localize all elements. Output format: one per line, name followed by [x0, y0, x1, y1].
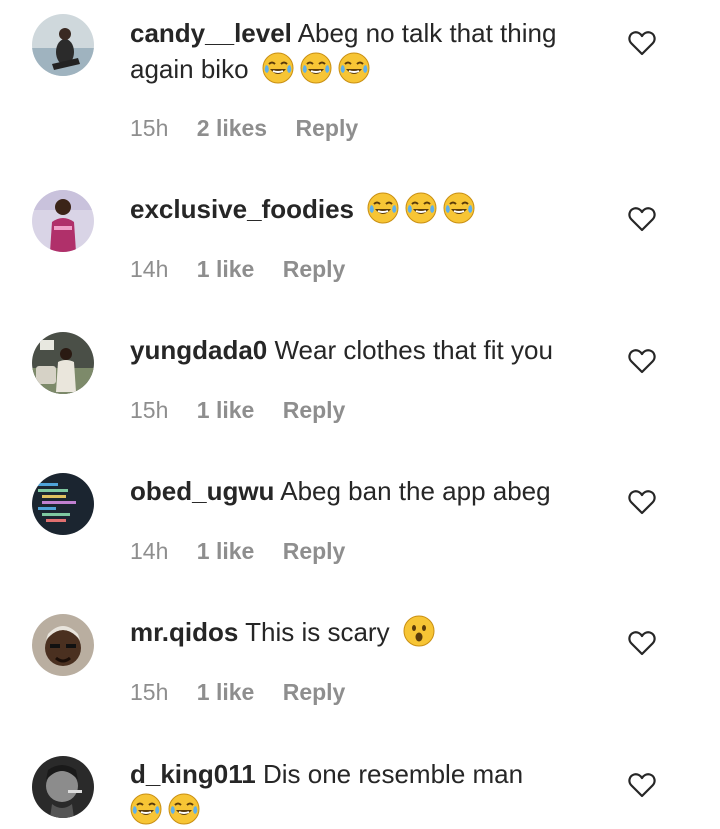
comment-likes[interactable]: 1 like	[197, 397, 255, 423]
comment-username[interactable]: obed_ugwu	[130, 476, 274, 506]
comment-likes[interactable]: 1 like	[197, 256, 255, 282]
joy-emoji-icon	[130, 793, 162, 825]
comment-time: 14h	[130, 538, 169, 564]
surprised-emoji-icon	[403, 615, 435, 647]
comment-text: Dis one resemble man	[262, 759, 524, 789]
comment-time: 15h	[130, 115, 169, 141]
avatar[interactable]	[32, 14, 94, 76]
heart-icon[interactable]	[628, 206, 656, 232]
comment-content: mr.qidos This is scary	[130, 614, 610, 650]
comment-username[interactable]: exclusive_foodies	[130, 194, 354, 224]
comment-likes[interactable]: 2 likes	[197, 115, 267, 141]
heart-icon[interactable]	[628, 772, 656, 798]
joy-emoji-icon	[300, 52, 332, 84]
reply-button[interactable]: Reply	[283, 538, 346, 564]
comment-meta: 14h 1 like Reply	[130, 255, 367, 283]
comment-content: obed_ugwu Abeg ban the app abeg	[130, 473, 610, 509]
comment-text: Abeg ban the app abeg	[280, 476, 551, 506]
joy-emoji-icon	[443, 192, 475, 224]
avatar[interactable]	[32, 190, 94, 252]
comment-meta: 15h 2 likes Reply	[130, 114, 380, 142]
comment-content: yungdada0 Wear clothes that fit you	[130, 332, 610, 368]
avatar[interactable]	[32, 473, 94, 535]
heart-icon[interactable]	[628, 348, 656, 374]
joy-emoji-icon	[168, 793, 200, 825]
comment-time: 14h	[130, 256, 169, 282]
comment-meta: 15h 1 like Reply	[130, 396, 367, 424]
comment-likes[interactable]: 1 like	[197, 538, 255, 564]
comment-time: 15h	[130, 397, 169, 423]
reply-button[interactable]: Reply	[283, 256, 346, 282]
heart-icon[interactable]	[628, 30, 656, 56]
comment-username[interactable]: candy__level	[130, 18, 292, 48]
comment-content: exclusive_foodies	[130, 191, 610, 227]
comment-time: 15h	[130, 679, 169, 705]
comment-content: candy__level Abeg no talk that thing aga…	[130, 15, 610, 87]
comments-list: candy__level Abeg no talk that thing aga…	[0, 0, 720, 829]
comment-username[interactable]: d_king011	[130, 759, 256, 789]
joy-emoji-icon	[367, 192, 399, 224]
heart-icon[interactable]	[628, 630, 656, 656]
comment-likes[interactable]: 1 like	[197, 679, 255, 705]
joy-emoji-icon	[405, 192, 437, 224]
comment-meta: 14h 1 like Reply	[130, 537, 367, 565]
comment-content: d_king011 Dis one resemble man	[130, 756, 610, 828]
comment-meta: 15h 1 like Reply	[130, 678, 367, 706]
reply-button[interactable]: Reply	[283, 397, 346, 423]
joy-emoji-icon	[262, 52, 294, 84]
avatar[interactable]	[32, 614, 94, 676]
avatar[interactable]	[32, 332, 94, 394]
reply-button[interactable]: Reply	[283, 679, 346, 705]
heart-icon[interactable]	[628, 489, 656, 515]
comment-text: This is scary	[245, 617, 390, 647]
joy-emoji-icon	[338, 52, 370, 84]
comment-username[interactable]: mr.qidos	[130, 617, 238, 647]
avatar[interactable]	[32, 756, 94, 818]
comment-text: Wear clothes that fit you	[274, 335, 553, 365]
comment-username[interactable]: yungdada0	[130, 335, 267, 365]
reply-button[interactable]: Reply	[296, 115, 359, 141]
